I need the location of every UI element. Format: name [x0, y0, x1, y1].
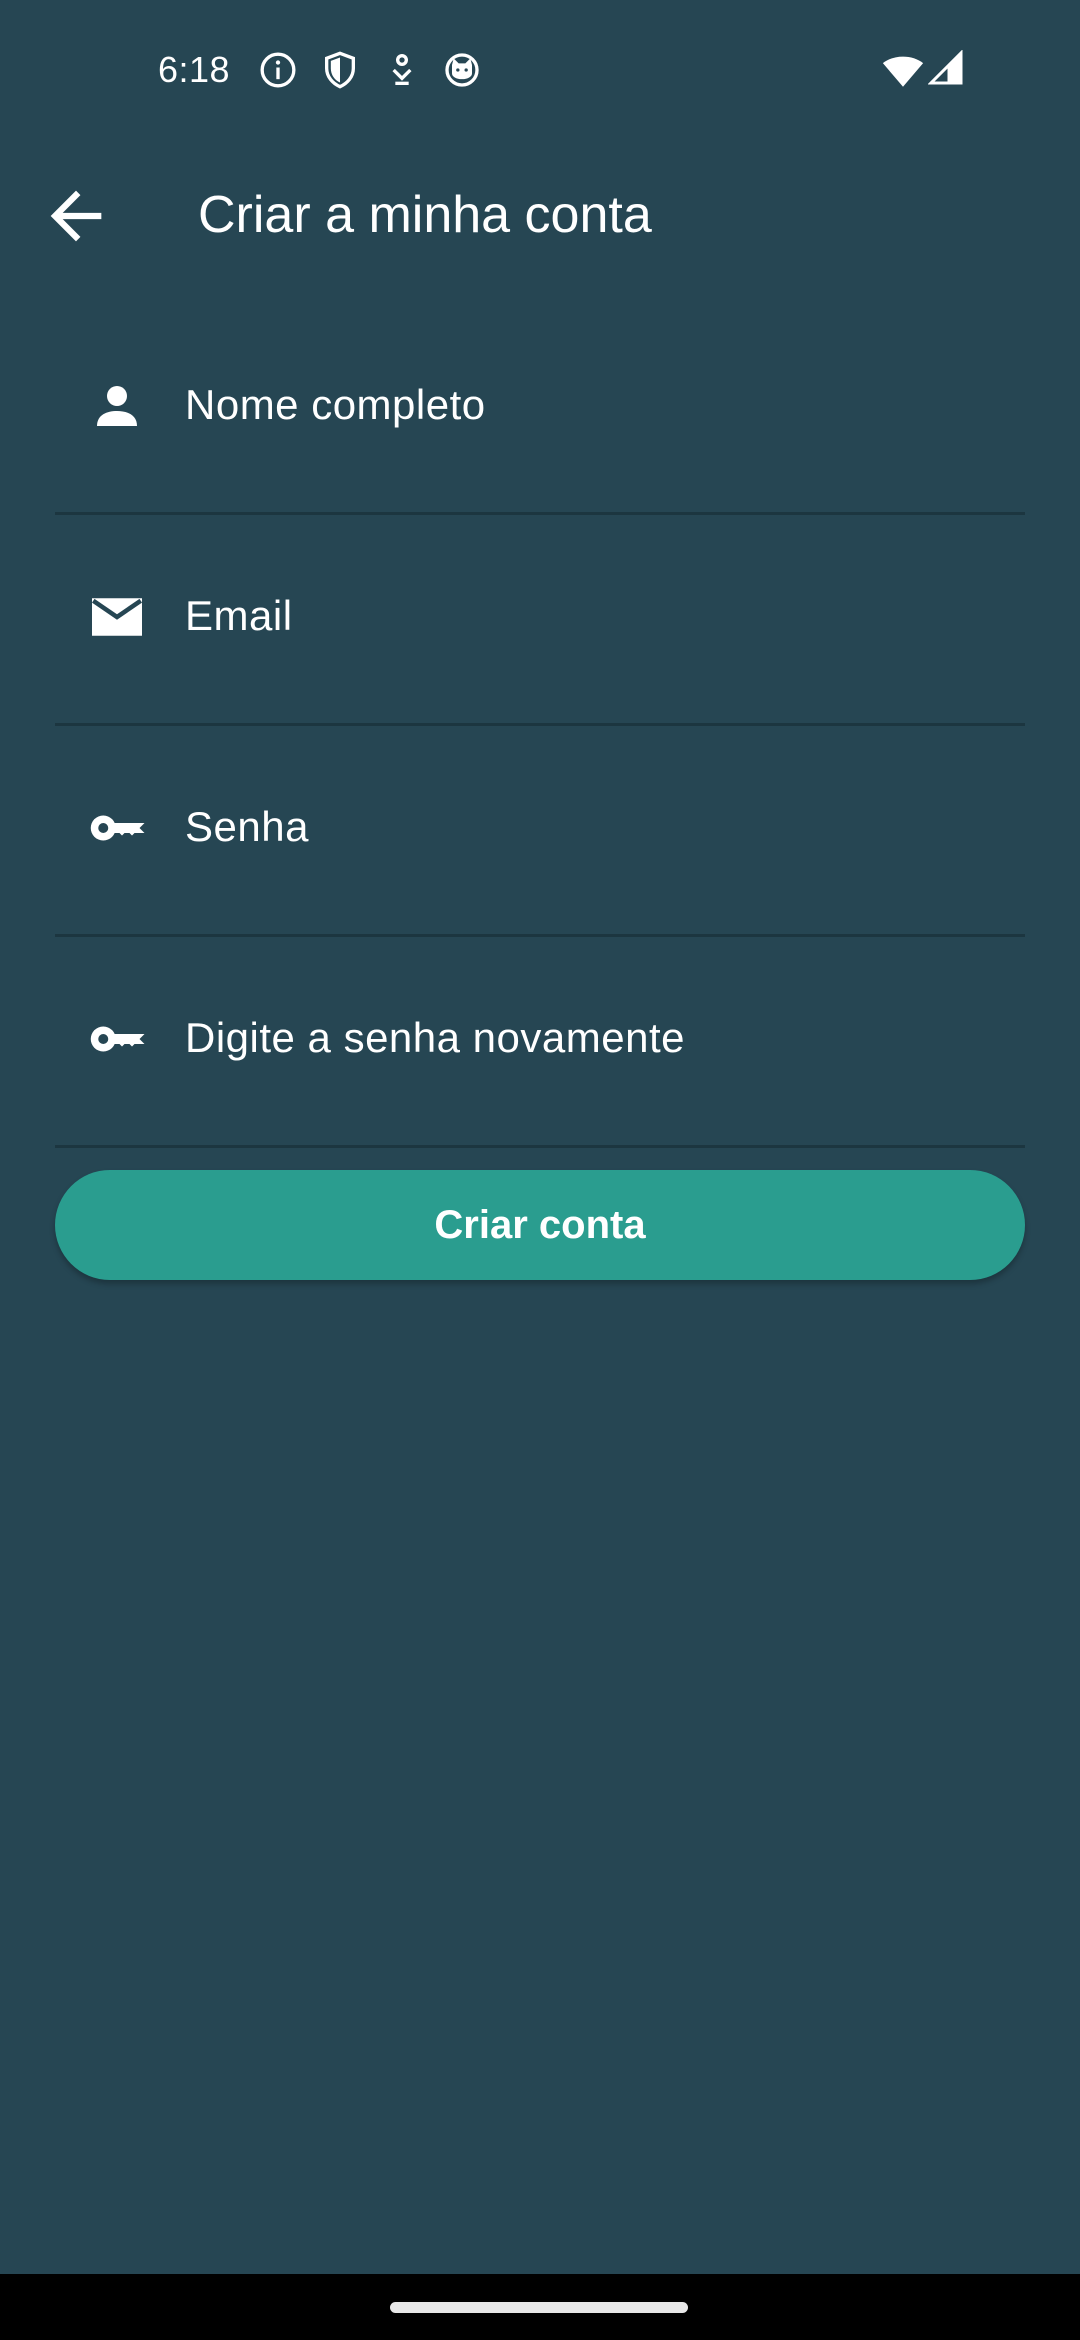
person-icon: [87, 376, 147, 436]
home-indicator[interactable]: [390, 2302, 688, 2313]
wifi-icon: [882, 50, 924, 90]
back-button[interactable]: [38, 178, 114, 254]
page-title: Criar a minha conta: [198, 186, 652, 244]
app-bar: Criar a minha conta: [0, 140, 1080, 288]
full-name-input[interactable]: [185, 370, 1005, 440]
key-icon: [87, 1009, 147, 1069]
cat-icon: [442, 50, 482, 90]
arrow-back-icon: [50, 190, 102, 242]
confirm-password-input[interactable]: [185, 1003, 1005, 1073]
email-input[interactable]: [185, 581, 1005, 651]
email-field: [55, 511, 1025, 726]
status-bar: 6:18: [0, 0, 1080, 140]
confirm-password-field: [55, 933, 1025, 1148]
key-icon: [87, 798, 147, 858]
info-icon: [258, 50, 298, 90]
download-icon: [382, 50, 422, 90]
password-input[interactable]: [185, 792, 1005, 862]
signal-icon: [928, 50, 964, 90]
create-account-button[interactable]: Criar conta: [55, 1170, 1025, 1280]
password-field: [55, 722, 1025, 937]
full-name-field: [55, 300, 1025, 515]
shield-icon: [320, 50, 360, 90]
status-time: 6:18: [158, 49, 231, 90]
navigation-bar: [0, 2274, 1080, 2340]
mail-icon: [87, 587, 147, 647]
